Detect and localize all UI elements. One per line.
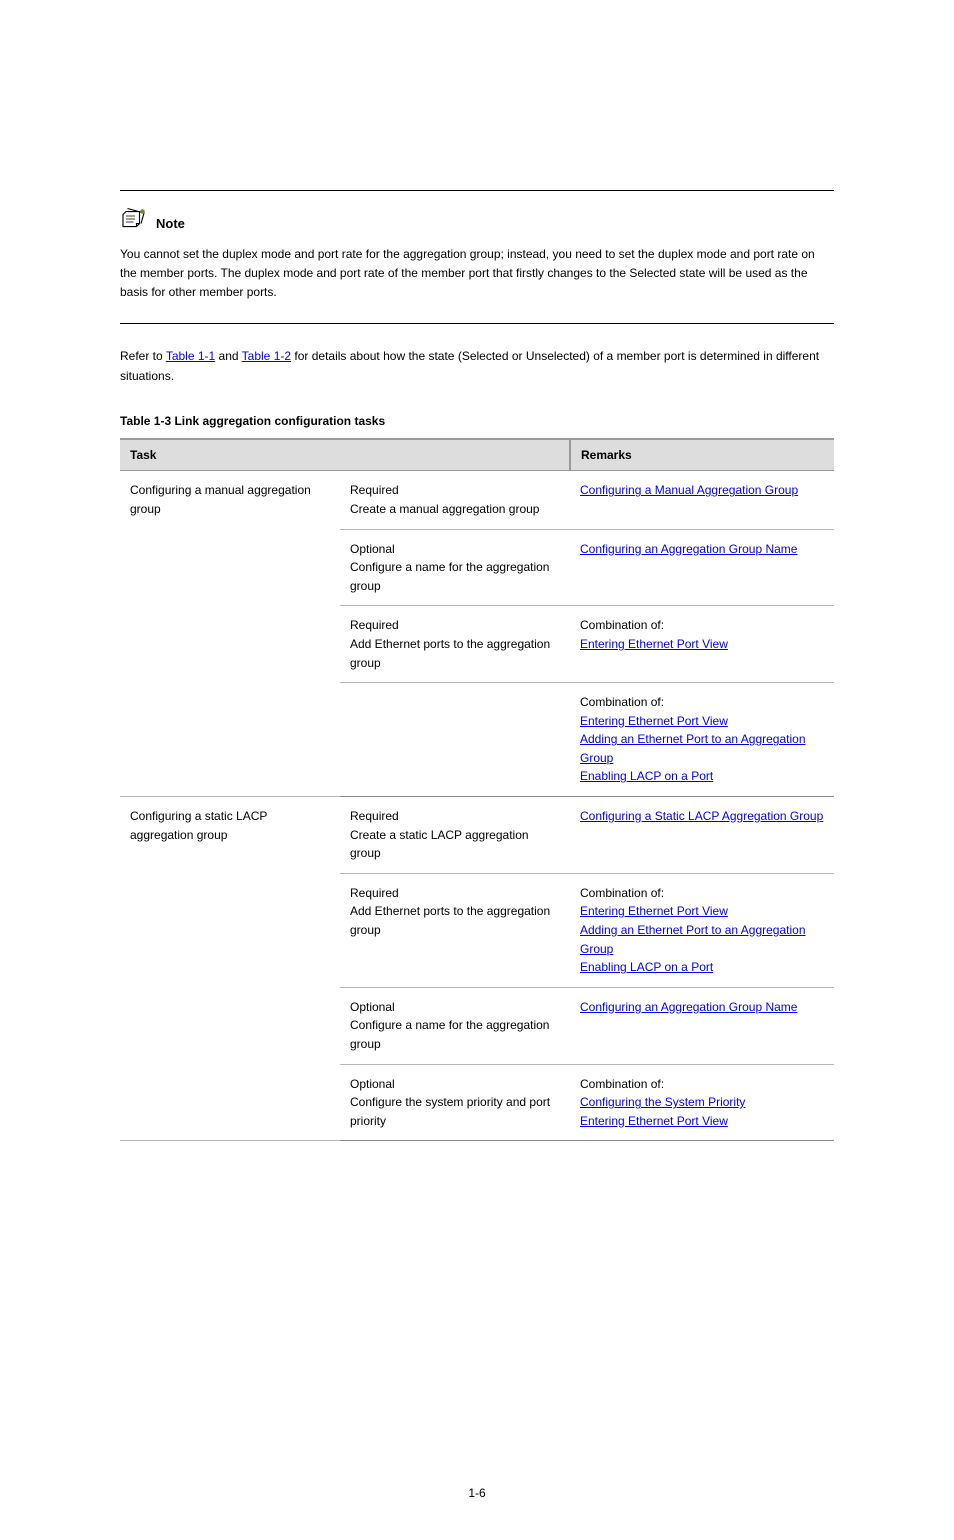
link[interactable]: Entering Ethernet Port View: [580, 714, 728, 728]
col-remarks: Remarks: [570, 439, 834, 471]
text: Combination of:: [580, 886, 664, 900]
task-subtask: RequiredCreate a manual aggregation grou…: [340, 471, 570, 529]
link[interactable]: Configuring the System Priority: [580, 1095, 745, 1109]
lead-paragraph: Refer to Table 1-1 and Table 1-2 for det…: [120, 346, 834, 387]
link[interactable]: Configuring an Aggregation Group Name: [580, 542, 797, 556]
link-table-1-1[interactable]: Table 1-1: [166, 349, 215, 363]
divider: [120, 323, 834, 324]
table-header-row: Task Remarks: [120, 439, 834, 471]
task-remarks: Configuring a Manual Aggregation Group: [570, 471, 834, 529]
col-task: Task: [120, 439, 570, 471]
task-remarks: Configuring an Aggregation Group Name: [570, 529, 834, 606]
task-subtask: OptionalConfigure a name for the aggrega…: [340, 529, 570, 606]
task-remarks: Combination of: Entering Ethernet Port V…: [570, 683, 834, 797]
link[interactable]: Enabling LACP on a Port: [580, 769, 713, 783]
link[interactable]: Configuring a Static LACP Aggregation Gr…: [580, 809, 823, 823]
text: Combination of:: [580, 618, 664, 632]
task-remarks: Combination of: Configuring the System P…: [570, 1064, 834, 1141]
task-subtask: OptionalConfigure a name for the aggrega…: [340, 987, 570, 1064]
text: Refer to: [120, 349, 166, 363]
task-remarks: Combination of: Entering Ethernet Port V…: [570, 873, 834, 987]
task-subtask: [340, 683, 570, 797]
task-group-label: Configuring a static LACP aggregation gr…: [120, 797, 340, 1141]
table-caption: Table 1-3 Link aggregation configuration…: [120, 414, 834, 428]
task-subtask: OptionalConfigure the system priority an…: [340, 1064, 570, 1141]
link[interactable]: Configuring an Aggregation Group Name: [580, 1000, 797, 1014]
page-number: 1-6: [0, 1486, 954, 1500]
link[interactable]: Enabling LACP on a Port: [580, 960, 713, 974]
text: Combination of:: [580, 695, 664, 709]
task-group-label: Configuring a manual aggregation group: [120, 471, 340, 797]
note-body: You cannot set the duplex mode and port …: [120, 245, 834, 303]
task-remarks: Combination of: Entering Ethernet Port V…: [570, 606, 834, 683]
table-row: Configuring a manual aggregation group R…: [120, 471, 834, 529]
note-header: Note: [120, 207, 834, 231]
text: Combination of:: [580, 1077, 664, 1091]
note-icon: [120, 207, 150, 231]
link[interactable]: Entering Ethernet Port View: [580, 1114, 728, 1128]
note-block: Note You cannot set the duplex mode and …: [120, 190, 834, 324]
divider: [120, 190, 834, 191]
task-remarks: Configuring an Aggregation Group Name: [570, 987, 834, 1064]
config-tasks-table: Task Remarks Configuring a manual aggreg…: [120, 438, 834, 1141]
note-label: Note: [156, 216, 185, 231]
table-row: Configuring a static LACP aggregation gr…: [120, 797, 834, 874]
task-remarks: Configuring a Static LACP Aggregation Gr…: [570, 797, 834, 874]
link[interactable]: Adding an Ethernet Port to an Aggregatio…: [580, 732, 806, 765]
link[interactable]: Entering Ethernet Port View: [580, 637, 728, 651]
task-subtask: RequiredAdd Ethernet ports to the aggreg…: [340, 873, 570, 987]
link[interactable]: Configuring a Manual Aggregation Group: [580, 483, 798, 497]
link[interactable]: Adding an Ethernet Port to an Aggregatio…: [580, 923, 806, 956]
task-subtask: RequiredCreate a static LACP aggregation…: [340, 797, 570, 874]
task-subtask: RequiredAdd Ethernet ports to the aggreg…: [340, 606, 570, 683]
link-table-1-2[interactable]: Table 1-2: [242, 349, 291, 363]
text: and: [215, 349, 241, 363]
link[interactable]: Entering Ethernet Port View: [580, 904, 728, 918]
